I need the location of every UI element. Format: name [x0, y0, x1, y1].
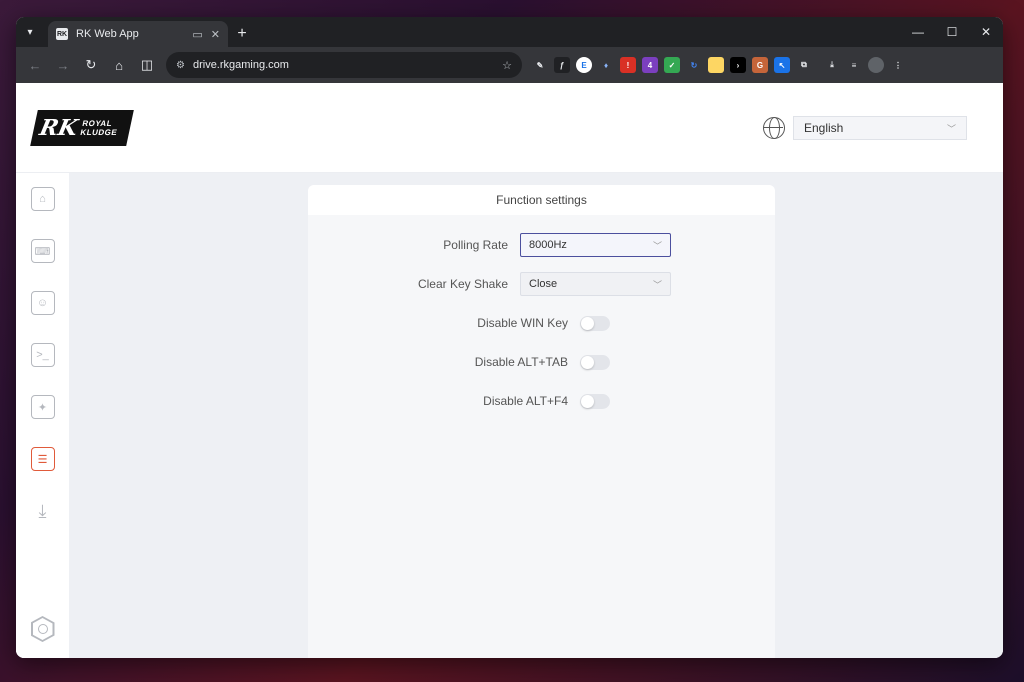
function-settings-panel: Function settings Polling Rate 8000Hz ﹀ …: [308, 185, 775, 658]
terminal-icon[interactable]: >_: [30, 343, 55, 367]
tab-bar: ▾ RK RK Web App ▭ ✕ + — ☐ ✕: [16, 17, 1003, 47]
polling-rate-value: 8000Hz: [529, 239, 567, 251]
disable-alt-tab-label: Disable ALT+TAB: [474, 355, 568, 369]
app-header: RK ROYAL KLUDGE English ﹀: [16, 83, 1003, 173]
side-panel-icon[interactable]: ◫: [136, 54, 158, 76]
forward-icon[interactable]: →: [52, 54, 74, 76]
user-settings-icon[interactable]: ☺: [30, 291, 55, 315]
disable-alt-f4-row: Disable ALT+F4: [308, 389, 775, 413]
shield-ext-icon[interactable]: ✓: [664, 57, 680, 73]
language-select[interactable]: English ﹀: [793, 116, 967, 140]
royal-kludge-logo: RK ROYAL KLUDGE: [30, 109, 134, 146]
panel-title: Function settings: [308, 185, 775, 215]
sidebar: ⌂ ⌨ ☺ >_ ✦ ☰ ⤓: [16, 173, 69, 658]
address-bar[interactable]: ⚙ drive.rkgaming.com ☆: [166, 52, 522, 78]
disable-win-key-label: Disable WIN Key: [477, 316, 568, 330]
puzzle-ext-icon[interactable]: ⧉: [796, 57, 812, 73]
disable-alt-f4-toggle[interactable]: [580, 393, 610, 409]
disable-alt-tab-toggle[interactable]: [580, 354, 610, 370]
terminal-ext-icon[interactable]: ›: [730, 57, 746, 73]
disable-win-key-toggle[interactable]: [580, 315, 610, 331]
flame-ext-icon[interactable]: ♦: [598, 57, 614, 73]
menu-kebab-icon[interactable]: ⋮: [890, 57, 906, 73]
minimize-button[interactable]: —: [901, 17, 935, 47]
download-icon[interactable]: ⤓: [31, 499, 55, 523]
maximize-button[interactable]: ☐: [935, 17, 969, 47]
g-ext-icon[interactable]: G: [752, 57, 768, 73]
e-ext-icon[interactable]: E: [576, 57, 592, 73]
fx-ext-icon[interactable]: ƒ: [554, 57, 570, 73]
logo-mark: RK: [37, 114, 81, 141]
media-icon[interactable]: ≡: [846, 57, 862, 73]
badge-ext-icon[interactable]: !: [620, 57, 636, 73]
chevron-down-icon: ﹀: [946, 123, 956, 134]
sliders-icon[interactable]: ☰: [30, 447, 55, 471]
download-browser-icon[interactable]: ⤓: [824, 57, 840, 73]
new-tab-button[interactable]: +: [228, 21, 256, 47]
clear-key-shake-label: Clear Key Shake: [417, 277, 508, 291]
rk-favicon-icon: RK: [56, 28, 68, 40]
polling-rate-select[interactable]: 8000Hz ﹀: [520, 233, 671, 257]
site-info-icon[interactable]: ⚙: [176, 60, 185, 71]
web-page: RK ROYAL KLUDGE English ﹀ ⌂ ⌨ ☺ >_ ✦ ☰ ⤓: [16, 83, 1003, 658]
extensions-row: ✎ ƒ E ♦ ! 4 ✓ ↻ › G ↖ ⧉ ⤓ ≡ ⋮: [532, 57, 906, 73]
eyedropper-ext-icon[interactable]: ✎: [532, 57, 548, 73]
clear-key-shake-row: Clear Key Shake Close ﹀: [308, 272, 775, 296]
disable-alt-f4-label: Disable ALT+F4: [483, 394, 568, 408]
chevron-down-icon: ﹀: [652, 240, 662, 251]
profile-avatar[interactable]: [868, 57, 884, 73]
bookmark-star-icon[interactable]: ☆: [502, 59, 512, 72]
logo-line1: ROYAL: [81, 118, 114, 128]
home-browser-icon[interactable]: ⌂: [108, 54, 130, 76]
tab-share-icon[interactable]: ▭: [192, 28, 202, 41]
close-window-button[interactable]: ✕: [969, 17, 1003, 47]
keyboard-icon[interactable]: ⌨: [30, 239, 55, 263]
disable-alt-tab-row: Disable ALT+TAB: [308, 350, 775, 374]
globe-icon: [763, 117, 785, 139]
clear-key-shake-value: Close: [529, 278, 558, 290]
polling-rate-label: Polling Rate: [443, 238, 508, 252]
clear-key-shake-select[interactable]: Close ﹀: [520, 272, 671, 296]
back-icon[interactable]: ←: [24, 54, 46, 76]
disable-win-key-row: Disable WIN Key: [308, 311, 775, 335]
url-text: drive.rkgaming.com: [192, 59, 289, 71]
tab-title: RK Web App: [76, 28, 139, 40]
sync-ext-icon[interactable]: ↻: [686, 57, 702, 73]
polling-rate-row: Polling Rate 8000Hz ﹀: [308, 233, 775, 257]
browser-toolbar: ← → ↻ ⌂ ◫ ⚙ drive.rkgaming.com ☆ ✎ ƒ E ♦…: [16, 47, 1003, 83]
language-value: English: [804, 121, 844, 135]
home-icon[interactable]: ⌂: [30, 187, 55, 211]
tab-search-icon[interactable]: ▾: [16, 17, 44, 47]
tab-close-icon[interactable]: ✕: [211, 28, 220, 41]
purple-ext-icon[interactable]: 4: [642, 57, 658, 73]
note-ext-icon[interactable]: [708, 57, 724, 73]
chevron-down-icon: ﹀: [652, 279, 662, 290]
browser-window: ▾ RK RK Web App ▭ ✕ + — ☐ ✕ ← → ↻ ⌂ ◫ ⚙ …: [16, 17, 1003, 658]
lightbulb-icon[interactable]: ✦: [30, 395, 55, 419]
reload-icon[interactable]: ↻: [80, 54, 102, 76]
logo-line2: KLUDGE: [79, 127, 119, 137]
browser-tab[interactable]: RK RK Web App ▭ ✕: [48, 21, 228, 47]
settings-hex-icon[interactable]: [30, 616, 55, 642]
cursor-ext-icon[interactable]: ↖: [774, 57, 790, 73]
